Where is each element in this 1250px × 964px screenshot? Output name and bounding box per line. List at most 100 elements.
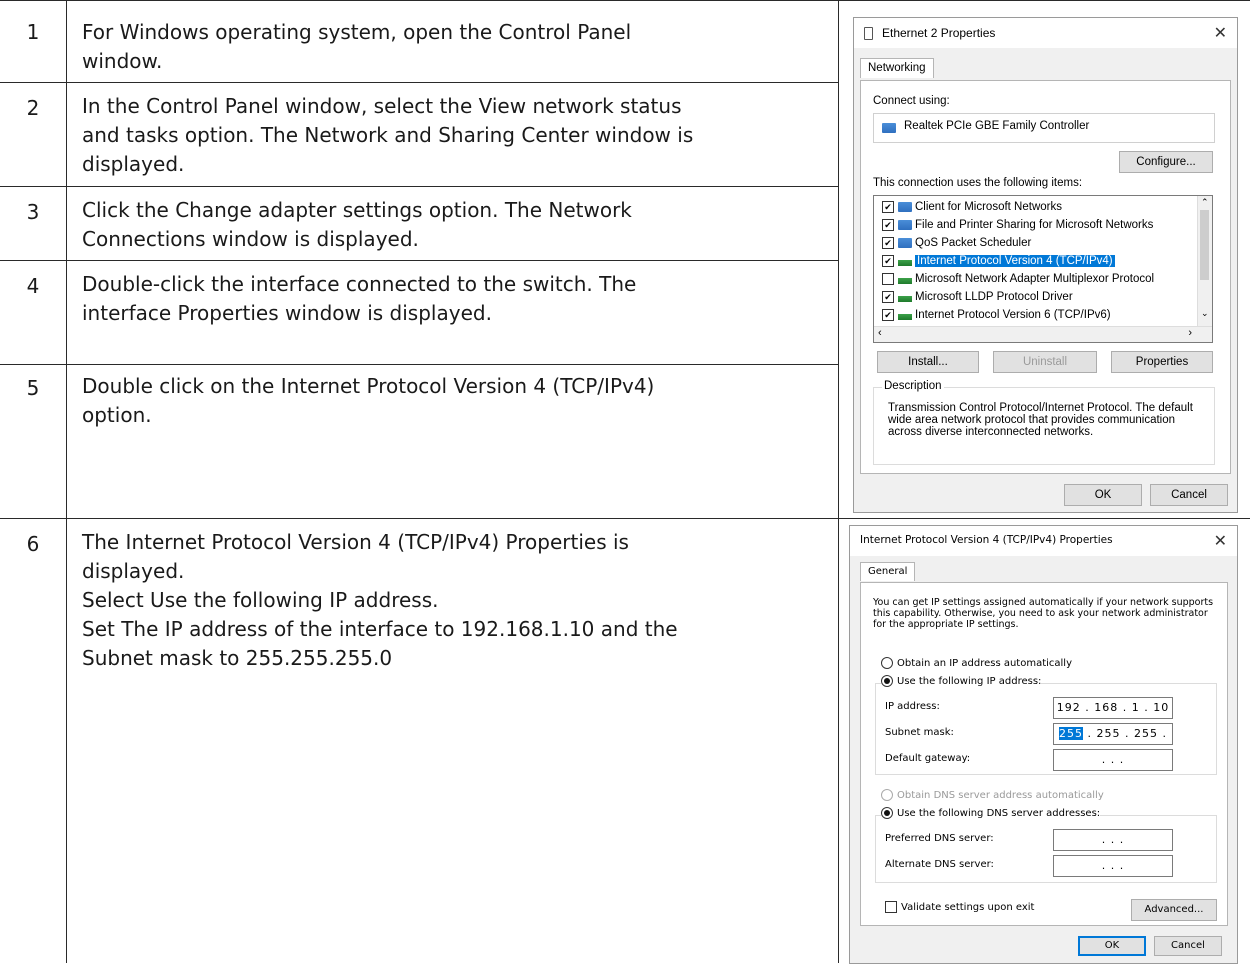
list-item[interactable]: ✔ Client for Microsoft Networks [882, 198, 1062, 216]
default-gateway-input[interactable]: . . . [1053, 749, 1173, 771]
description-line: across diverse interconnected networks. [888, 426, 1094, 438]
network-icon [898, 237, 912, 248]
alternate-dns-input[interactable]: . . . [1053, 855, 1173, 877]
step-line: interface Properties window is displayed… [82, 301, 492, 325]
ok-button[interactable]: OK [1078, 936, 1146, 956]
network-icon [898, 219, 912, 230]
items-list[interactable]: ✔ Client for Microsoft Networks ✔ File and… [873, 195, 1213, 343]
checkbox[interactable]: ✔ [882, 254, 894, 267]
connect-using-label: Connect using: [873, 95, 950, 107]
install-button[interactable]: Install... [877, 351, 979, 373]
radio-button[interactable] [881, 675, 893, 687]
checkbox[interactable]: ✔ [882, 218, 894, 231]
subnet-mask-input[interactable]: 255 . 255 . 255 . 0 [1053, 723, 1173, 760]
use-dns-radio[interactable]: Use the following DNS server addresses: [881, 807, 1101, 819]
item-label: Microsoft Network Adapter Multiplexor Pr… [915, 273, 1155, 285]
ethernet-properties-dialog: Ethernet 2 Properties ✕ Networking Conne… [853, 17, 1238, 513]
tab-networking[interactable]: Networking [860, 58, 934, 78]
scroll-down-icon[interactable]: ⌄ [1201, 308, 1209, 319]
step-line: and tasks option. The Network and Sharin… [82, 123, 694, 147]
network-icon [898, 201, 912, 212]
intro-line: You can get IP settings assigned automat… [873, 597, 1214, 608]
checkbox[interactable] [885, 901, 897, 913]
list-item[interactable]: ✔ Microsoft LLDP Protocol Driver [882, 288, 1073, 306]
validate-checkbox[interactable]: Validate settings upon exit [885, 901, 1034, 913]
list-item[interactable]: ✔ File and Printer Sharing for Microsoft … [882, 216, 1153, 234]
step-line: displayed. [82, 559, 185, 583]
description-line: Transmission Control Protocol/Internet P… [888, 402, 1193, 414]
scroll-left-icon[interactable]: ‹ [878, 327, 882, 339]
scroll-right-icon[interactable]: › [1188, 327, 1192, 339]
checkbox[interactable]: ✔ [882, 290, 894, 303]
step-number: 1 [26, 20, 40, 44]
step-number: 5 [26, 376, 40, 400]
radio-button[interactable] [881, 657, 893, 669]
step-line: Set The IP address of the interface to 1… [82, 617, 678, 641]
ip-address-input[interactable]: 192 . 168 . 1 . 10 [1053, 697, 1173, 719]
step-number: 2 [26, 96, 40, 120]
step-text: Double click on the Internet Protocol Ve… [82, 372, 827, 430]
step-line: option. [82, 403, 152, 427]
radio-button[interactable] [881, 807, 893, 819]
vertical-scrollbar[interactable]: ⌃ ⌄ [1197, 196, 1212, 326]
dialog-title: Internet Protocol Version 4 (TCP/IPv4) P… [860, 534, 1113, 546]
tab-general[interactable]: General [860, 562, 916, 581]
step-line: Double click on the Internet Protocol Ve… [82, 374, 655, 398]
ip-address-label: IP address: [885, 701, 940, 712]
close-icon[interactable]: ✕ [1214, 23, 1227, 43]
checkbox[interactable]: ✔ [882, 236, 894, 249]
step-line: Double-click the interface connected to … [82, 272, 637, 296]
preferred-dns-input[interactable]: . . . [1053, 829, 1173, 851]
step-line: Select Use the following IP address. [82, 588, 439, 612]
obtain-ip-radio[interactable]: Obtain an IP address automatically [881, 657, 1072, 669]
step-line: In the Control Panel window, select the … [82, 94, 682, 118]
network-adapter-icon [864, 27, 873, 40]
step-line: For Windows operating system, open the C… [82, 20, 632, 44]
dialog-titlebar: Internet Protocol Version 4 (TCP/IPv4) P… [850, 526, 1237, 556]
close-icon[interactable]: ✕ [1214, 531, 1227, 550]
obtain-dns-radio[interactable]: Obtain DNS server address automatically [881, 789, 1104, 801]
cancel-button[interactable]: Cancel [1150, 484, 1228, 506]
checkbox[interactable]: ✔ [882, 200, 894, 213]
step-text: The Internet Protocol Version 4 (TCP/IPv… [82, 528, 827, 673]
scroll-up-icon[interactable]: ⌃ [1201, 197, 1209, 208]
item-label: File and Printer Sharing for Microsoft N… [915, 219, 1154, 231]
configure-button[interactable]: Configure... [1119, 151, 1213, 173]
protocol-icon [898, 295, 912, 302]
radio-label: Obtain DNS server address automatically [897, 790, 1104, 801]
default-gateway-label: Default gateway: [885, 753, 971, 764]
list-item[interactable]: ✔ QoS Packet Scheduler [882, 234, 1031, 252]
ok-button[interactable]: OK [1064, 484, 1142, 506]
list-item-selected[interactable]: ✔ Internet Protocol Version 4 (TCP/IPv4) [882, 252, 1115, 270]
checkbox[interactable]: ✔ [882, 308, 894, 321]
horizontal-scrollbar[interactable]: ‹ › [874, 326, 1212, 342]
list-item[interactable]: Microsoft Network Adapter Multiplexor Pr… [882, 270, 1154, 288]
scrollbar-thumb[interactable] [1200, 210, 1209, 280]
cancel-button[interactable]: Cancel [1154, 936, 1222, 956]
use-ip-radio[interactable]: Use the following IP address: [881, 675, 1042, 687]
checkbox[interactable] [882, 272, 894, 285]
step-line: Click the Change adapter settings option… [82, 198, 632, 222]
step-line: Subnet mask to 255.255.255.0 [82, 646, 393, 670]
ipv4-properties-dialog: Internet Protocol Version 4 (TCP/IPv4) P… [849, 525, 1238, 964]
checkbox-label: Validate settings upon exit [901, 902, 1035, 913]
networking-panel: Connect using: Realtek PCIe GBE Family C… [860, 80, 1231, 474]
uninstall-button[interactable]: Uninstall [993, 351, 1097, 373]
step-line: window. [82, 49, 163, 73]
adapter-name: Realtek PCIe GBE Family Controller [904, 120, 1090, 132]
adapter-field: Realtek PCIe GBE Family Controller [873, 113, 1215, 143]
items-label: This connection uses the following items… [873, 177, 1083, 189]
step-line: Connections window is displayed. [82, 227, 419, 251]
advanced-button[interactable]: Advanced... [1131, 899, 1217, 921]
step-number: 3 [26, 200, 40, 224]
dialog-title: Ethernet 2 Properties [882, 26, 996, 40]
radio-label: Obtain an IP address automatically [897, 658, 1073, 669]
list-item[interactable]: ✔ Internet Protocol Version 6 (TCP/IPv6) [882, 306, 1111, 324]
properties-button[interactable]: Properties [1111, 351, 1213, 373]
dialog-titlebar: Ethernet 2 Properties ✕ [854, 18, 1237, 48]
intro-line: this capability. Otherwise, you need to … [873, 608, 1208, 619]
radio-button[interactable] [881, 789, 893, 801]
item-label: Microsoft LLDP Protocol Driver [915, 291, 1073, 303]
radio-label: Use the following IP address: [897, 676, 1042, 687]
description-line: wide area network protocol that provides… [888, 414, 1176, 426]
